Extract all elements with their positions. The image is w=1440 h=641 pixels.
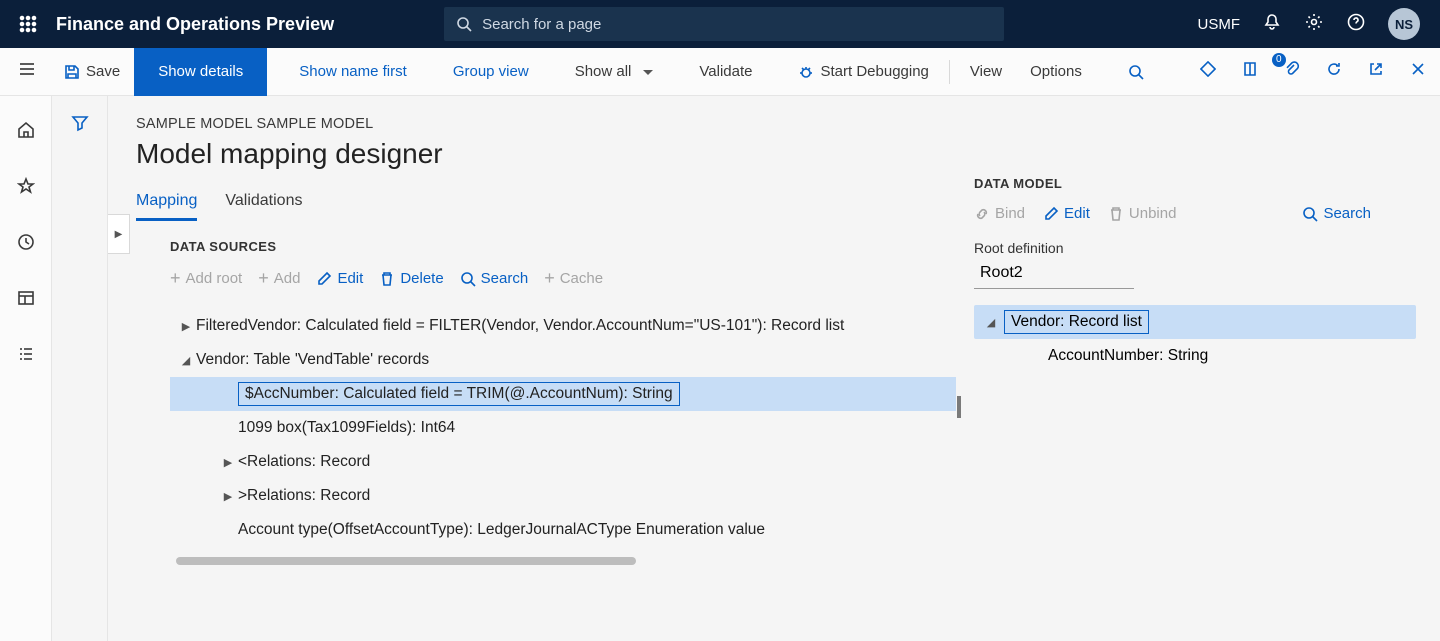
app-launcher[interactable] <box>8 15 48 33</box>
page-title: Model mapping designer <box>136 138 956 170</box>
caret-right-icon[interactable]: ▶ <box>176 320 196 333</box>
global-search[interactable] <box>444 7 1004 41</box>
refresh-icon[interactable] <box>1320 55 1348 88</box>
ds-row-filteredvendor[interactable]: ▶FilteredVendor: Calculated field = FILT… <box>170 309 956 343</box>
show-all-dropdown[interactable]: Show all <box>561 54 668 90</box>
root-definition-label: Root definition <box>974 240 1416 256</box>
ds-row-accnumber[interactable]: $AccNumber: Calculated field = TRIM(@.Ac… <box>170 377 956 411</box>
attachments-badge: 0 <box>1272 53 1286 67</box>
add-root-button[interactable]: +Add root <box>170 268 242 289</box>
ds-row-relations-out[interactable]: ▶>Relations: Record <box>170 479 956 513</box>
company-code[interactable]: USMF <box>1198 16 1241 33</box>
dm-row-accountnumber[interactable]: AccountNumber: String <box>974 339 1416 373</box>
caret-down-icon[interactable]: ◢ <box>176 354 196 367</box>
hamburger-icon[interactable] <box>4 60 50 83</box>
find-button[interactable] <box>1114 54 1158 90</box>
ds-search-button[interactable]: Search <box>460 270 529 287</box>
ds-row-relations-in[interactable]: ▶<Relations: Record <box>170 445 956 479</box>
recent-icon[interactable] <box>10 226 42 258</box>
dm-row-vendor[interactable]: ◢Vendor: Record list <box>974 305 1416 339</box>
attachments-icon[interactable]: 0 <box>1278 55 1306 88</box>
bind-button[interactable]: Bind <box>974 205 1025 222</box>
ds-horizontal-scrollbar[interactable] <box>176 557 636 565</box>
ds-row-accounttype[interactable]: Account type(OffsetAccountType): LedgerJ… <box>170 513 956 547</box>
star-icon[interactable] <box>10 170 42 202</box>
user-avatar[interactable]: NS <box>1388 8 1420 40</box>
filter-icon[interactable] <box>71 114 89 641</box>
options-menu[interactable]: Options <box>1016 54 1096 90</box>
show-name-first-button[interactable]: Show name first <box>285 54 421 90</box>
app-title: Finance and Operations Preview <box>56 14 334 35</box>
diamond-icon[interactable] <box>1194 55 1222 88</box>
add-button[interactable]: +Add <box>258 268 300 289</box>
cache-button[interactable]: +Cache <box>544 268 603 289</box>
save-button[interactable]: Save <box>50 54 134 90</box>
workspaces-icon[interactable] <box>10 282 42 314</box>
delete-button[interactable]: Delete <box>379 270 443 287</box>
ds-title: DATA SOURCES <box>170 239 956 254</box>
root-definition-value[interactable]: Root2 <box>974 260 1134 289</box>
save-label: Save <box>86 63 120 80</box>
book-icon[interactable] <box>1236 55 1264 88</box>
close-icon[interactable] <box>1404 55 1432 88</box>
caret-right-icon[interactable]: ▶ <box>218 490 238 503</box>
help-icon[interactable] <box>1346 13 1366 36</box>
caret-down-icon[interactable]: ◢ <box>978 316 1004 329</box>
view-menu[interactable]: View <box>956 54 1016 90</box>
group-view-button[interactable]: Group view <box>439 54 543 90</box>
edit-button[interactable]: Edit <box>316 270 363 287</box>
tab-validations[interactable]: Validations <box>225 192 302 221</box>
dm-edit-button[interactable]: Edit <box>1043 205 1090 222</box>
tab-mapping[interactable]: Mapping <box>136 192 197 221</box>
popout-icon[interactable] <box>1362 55 1390 88</box>
unbind-button[interactable]: Unbind <box>1108 205 1177 222</box>
home-icon[interactable] <box>10 114 42 146</box>
dm-title: DATA MODEL <box>974 176 1416 191</box>
dm-search-button[interactable]: Search <box>1302 205 1371 222</box>
start-debugging-button[interactable]: Start Debugging <box>784 54 942 90</box>
collapse-ds-types-handle[interactable]: ▶ <box>108 214 130 254</box>
ds-row-vendor[interactable]: ◢Vendor: Table 'VendTable' records <box>170 343 956 377</box>
bell-icon[interactable] <box>1262 13 1282 36</box>
validate-button[interactable]: Validate <box>685 54 766 90</box>
breadcrumb: SAMPLE MODEL SAMPLE MODEL <box>136 116 956 132</box>
caret-right-icon[interactable]: ▶ <box>218 456 238 469</box>
gear-icon[interactable] <box>1304 13 1324 36</box>
show-details-button[interactable]: Show details <box>134 48 267 96</box>
modules-icon[interactable] <box>10 338 42 370</box>
global-search-input[interactable] <box>482 16 992 33</box>
ds-row-1099box[interactable]: 1099 box(Tax1099Fields): Int64 <box>170 411 956 445</box>
